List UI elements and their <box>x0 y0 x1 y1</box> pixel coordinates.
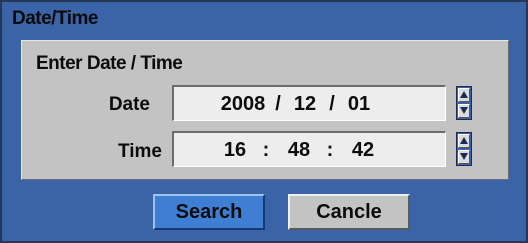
triangle-up-icon <box>460 137 468 144</box>
time-decrement-button[interactable] <box>458 150 470 164</box>
dialog-title: Date/Time <box>12 8 98 29</box>
triangle-down-icon <box>460 107 468 114</box>
date-separator-2: / <box>329 93 335 115</box>
time-minute[interactable]: 48 <box>284 139 314 162</box>
date-increment-button[interactable] <box>458 88 470 102</box>
date-separator-1: / <box>275 93 281 115</box>
time-hour[interactable]: 16 <box>220 139 250 162</box>
date-year[interactable]: 2008 <box>218 93 268 116</box>
date-month[interactable]: 12 <box>288 93 322 116</box>
search-button[interactable]: Search <box>153 194 265 230</box>
triangle-down-icon <box>460 153 468 160</box>
time-second[interactable]: 42 <box>348 139 378 162</box>
date-label: Date <box>108 94 150 115</box>
date-field[interactable]: 2008 / 12 / 01 <box>172 85 446 121</box>
date-day[interactable]: 01 <box>342 93 376 116</box>
date-decrement-button[interactable] <box>458 104 470 118</box>
time-increment-button[interactable] <box>458 134 470 148</box>
time-label: Time <box>117 141 162 162</box>
section-label: Enter Date / Time <box>36 53 183 74</box>
cancel-button[interactable]: Cancle <box>288 194 410 230</box>
date-spinner[interactable] <box>456 86 472 120</box>
time-spinner[interactable] <box>456 132 472 166</box>
time-separator-2: : <box>326 139 334 161</box>
date-time-panel: Enter Date / Time Date 2008 / 12 / 01 Ti… <box>21 40 509 180</box>
triangle-up-icon <box>460 91 468 98</box>
time-separator-1: : <box>262 139 270 161</box>
date-time-dialog: Date/Time Enter Date / Time Date 2008 / … <box>0 0 528 243</box>
time-field[interactable]: 16 : 48 : 42 <box>172 131 446 167</box>
